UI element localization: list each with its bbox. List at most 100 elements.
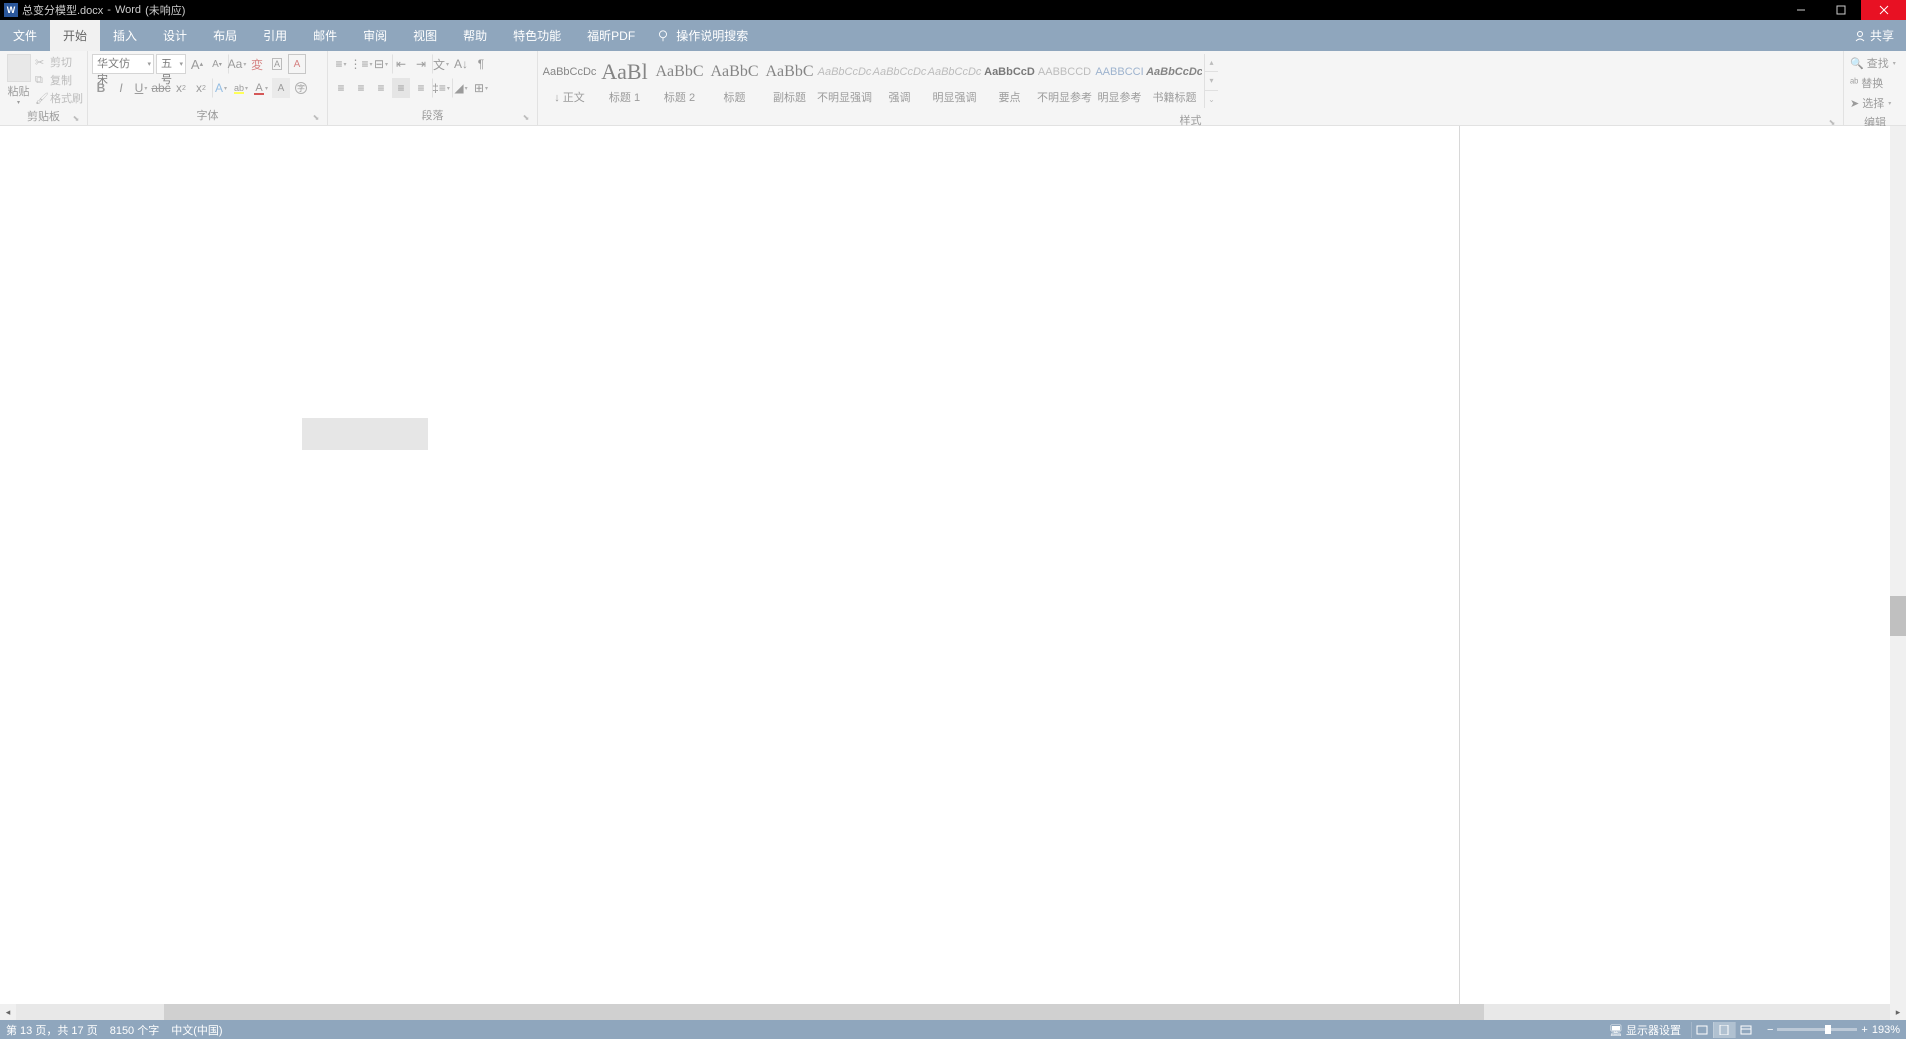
- copy-button[interactable]: ⧉复制: [35, 72, 83, 88]
- tab-review[interactable]: 审阅: [350, 20, 400, 51]
- styles-more-button[interactable]: ⌄: [1205, 91, 1218, 108]
- vertical-scrollbar[interactable]: [1890, 126, 1906, 1004]
- style-preview: AaBbCcDc: [873, 57, 927, 87]
- horizontal-scrollbar[interactable]: ◂ ▸: [0, 1004, 1906, 1020]
- read-mode-button[interactable]: [1691, 1022, 1713, 1038]
- document-page-left[interactable]: [0, 126, 1459, 1004]
- web-layout-button[interactable]: [1735, 1022, 1757, 1038]
- zoom-level[interactable]: 193%: [1872, 1024, 1900, 1036]
- display-settings-button[interactable]: 🖥 显示器设置: [1609, 1022, 1681, 1038]
- text-effects-button[interactable]: A▾: [212, 78, 230, 98]
- font-color-button[interactable]: A▾: [252, 78, 270, 98]
- tab-file[interactable]: 文件: [0, 20, 50, 51]
- share-button[interactable]: 共享: [1854, 20, 1894, 51]
- increase-indent-button[interactable]: ⇥: [412, 54, 430, 74]
- change-case-button[interactable]: Aa▾: [228, 54, 246, 74]
- shrink-font-button[interactable]: A▾: [208, 54, 226, 74]
- borders-button[interactable]: ⊞▾: [472, 78, 490, 98]
- font-dialog-launcher[interactable]: ⬊: [311, 113, 321, 123]
- zoom-in-button[interactable]: +: [1861, 1024, 1867, 1036]
- style-name: 标题: [724, 89, 746, 105]
- align-left-button[interactable]: ≡: [332, 78, 350, 98]
- document-page-right[interactable]: [1460, 126, 1890, 1004]
- sort-button[interactable]: A↓: [452, 54, 470, 74]
- tab-design[interactable]: 设计: [150, 20, 200, 51]
- phonetic-guide-button[interactable]: 変: [248, 54, 266, 74]
- show-marks-button[interactable]: ¶: [472, 54, 490, 74]
- document-area[interactable]: [0, 126, 1890, 1004]
- enclose-char-button[interactable]: 字: [292, 78, 310, 98]
- styles-scroll-down[interactable]: ▾: [1205, 72, 1218, 90]
- tab-foxit[interactable]: 福昕PDF: [574, 20, 648, 51]
- style-item[interactable]: AaBbC标题 2: [652, 54, 707, 108]
- print-layout-button[interactable]: [1713, 1022, 1735, 1038]
- styles-scroll-up[interactable]: ▴: [1205, 54, 1218, 72]
- char-shading-button[interactable]: A: [272, 78, 290, 98]
- format-painter-button[interactable]: 🖌格式刷: [35, 90, 83, 106]
- styles-gallery[interactable]: AaBbCcDc↓ 正文AaBl标题 1AaBbC标题 2AaBbC标题AaBb…: [542, 54, 1202, 110]
- decrease-indent-button[interactable]: ⇤: [392, 54, 410, 74]
- line-spacing-button[interactable]: ‡≡▾: [432, 78, 450, 98]
- scroll-right-button[interactable]: ▸: [1890, 1004, 1906, 1020]
- style-item[interactable]: AaBbCcDc明显强调: [927, 54, 982, 108]
- find-button[interactable]: 🔍查找▾: [1848, 54, 1898, 72]
- align-justify-button[interactable]: ≡: [392, 78, 410, 98]
- grow-font-button[interactable]: A▴: [188, 54, 206, 74]
- italic-button[interactable]: I: [112, 78, 130, 98]
- close-button[interactable]: [1861, 0, 1906, 20]
- zoom-slider[interactable]: [1777, 1028, 1857, 1031]
- tab-layout[interactable]: 布局: [200, 20, 250, 51]
- tab-view[interactable]: 视图: [400, 20, 450, 51]
- style-item[interactable]: AABBCCD不明显参考: [1037, 54, 1092, 108]
- style-item[interactable]: AaBbC标题: [707, 54, 762, 108]
- font-size-select[interactable]: 五号▾: [156, 54, 186, 74]
- highlight-button[interactable]: ab▾: [232, 78, 250, 98]
- minimize-button[interactable]: [1781, 0, 1821, 20]
- clipboard-dialog-launcher[interactable]: ⬊: [71, 114, 81, 124]
- style-item[interactable]: AaBbCcDc书籍标题: [1147, 54, 1202, 108]
- status-words[interactable]: 8150 个字: [110, 1022, 160, 1038]
- select-button[interactable]: ➤选择▾: [1848, 94, 1898, 112]
- replace-button[interactable]: ᵃᵇ替换: [1848, 74, 1898, 92]
- zoom-out-button[interactable]: −: [1767, 1024, 1773, 1036]
- status-language[interactable]: 中文(中国): [171, 1022, 222, 1038]
- shading-button[interactable]: ◢▾: [452, 78, 470, 98]
- vertical-scroll-thumb[interactable]: [1890, 596, 1906, 636]
- bullets-button[interactable]: ≡▾: [332, 54, 350, 74]
- underline-button[interactable]: U▾: [132, 78, 150, 98]
- tab-special[interactable]: 特色功能: [500, 20, 574, 51]
- tab-mailings[interactable]: 邮件: [300, 20, 350, 51]
- paste-button[interactable]: 粘贴 ▾: [4, 54, 33, 106]
- font-name-select[interactable]: 华文仿宋▾: [92, 54, 154, 74]
- text-direction-button[interactable]: 文▾: [432, 54, 450, 74]
- align-distribute-button[interactable]: ≡: [412, 78, 430, 98]
- paragraph-dialog-launcher[interactable]: ⬊: [521, 113, 531, 123]
- tab-home[interactable]: 开始: [50, 20, 100, 51]
- maximize-button[interactable]: [1821, 0, 1861, 20]
- tellme-search[interactable]: 操作说明搜索: [676, 27, 748, 44]
- tab-insert[interactable]: 插入: [100, 20, 150, 51]
- style-item[interactable]: AaBl标题 1: [597, 54, 652, 108]
- style-preview: AaBbCcD: [984, 57, 1035, 87]
- tab-help[interactable]: 帮助: [450, 20, 500, 51]
- scroll-left-button[interactable]: ◂: [0, 1004, 16, 1020]
- style-item[interactable]: AaBbCcDc强调: [872, 54, 927, 108]
- tab-references[interactable]: 引用: [250, 20, 300, 51]
- style-item[interactable]: AaBbCcD要点: [982, 54, 1037, 108]
- style-item[interactable]: AABBCCI明显参考: [1092, 54, 1147, 108]
- cut-button[interactable]: ✂剪切: [35, 54, 83, 70]
- style-item[interactable]: AaBbCcDc↓ 正文: [542, 54, 597, 108]
- subscript-button[interactable]: x2: [172, 78, 190, 98]
- clear-format-button[interactable]: A: [268, 54, 286, 74]
- superscript-button[interactable]: x2: [192, 78, 210, 98]
- numbering-button[interactable]: ⋮≡▾: [352, 54, 370, 74]
- multilevel-button[interactable]: ⊟▾: [372, 54, 390, 74]
- horizontal-scroll-thumb[interactable]: [164, 1004, 1484, 1020]
- style-item[interactable]: AaBbC副标题: [762, 54, 817, 108]
- align-center-button[interactable]: ≡: [352, 78, 370, 98]
- zoom-slider-handle[interactable]: [1825, 1025, 1831, 1034]
- status-page[interactable]: 第 13 页，共 17 页: [6, 1022, 98, 1038]
- style-item[interactable]: AaBbCcDc不明显强调: [817, 54, 872, 108]
- char-border-button[interactable]: A: [288, 54, 306, 74]
- align-right-button[interactable]: ≡: [372, 78, 390, 98]
